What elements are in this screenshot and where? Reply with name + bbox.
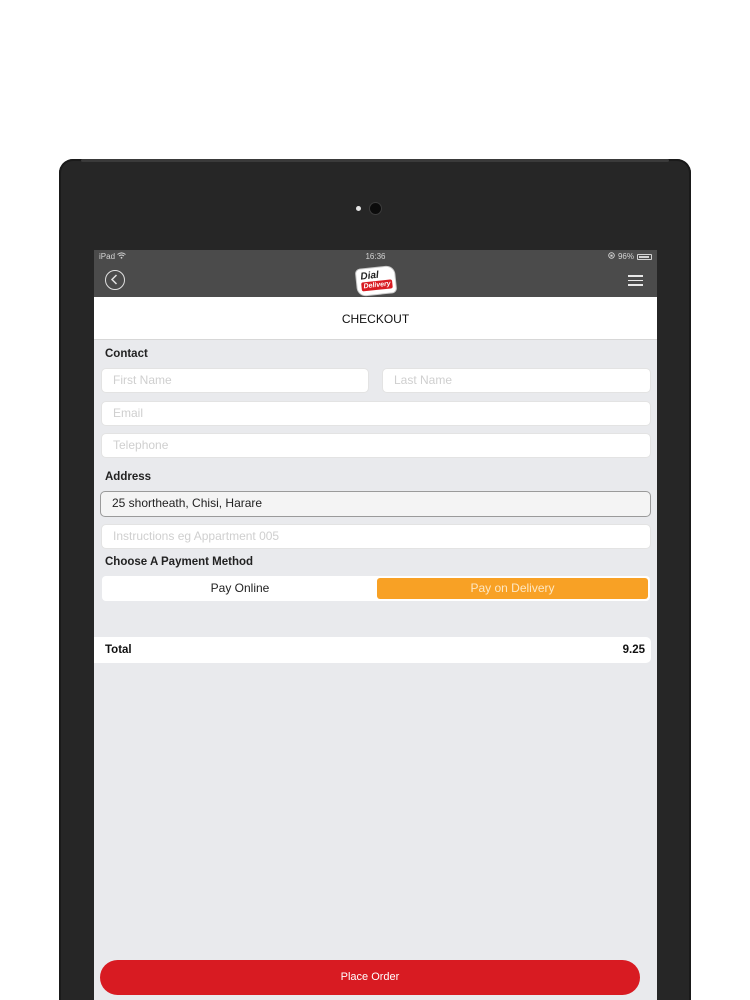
payment-method-selector: Pay Online Pay on Delivery (102, 576, 650, 601)
title-bar: CHECKOUT (94, 297, 657, 340)
app-screen: iPad 16:36 96% Dial Delivery CHECKOUT Co… (94, 250, 657, 1000)
page-title: CHECKOUT (341, 312, 410, 326)
status-bar: iPad 16:36 96% (94, 250, 657, 264)
total-row: Total 9.25 (94, 637, 651, 663)
logo-text-bottom: Delivery (361, 279, 394, 292)
contact-section-label: Contact (105, 348, 148, 360)
payment-method-label: Choose A Payment Method (105, 556, 254, 568)
last-name-field[interactable]: Last Name (382, 368, 651, 393)
front-camera (370, 203, 381, 214)
address-field[interactable]: 25 shortheath, Chisi, Harare (100, 491, 651, 517)
telephone-field[interactable]: Telephone (101, 433, 651, 458)
pay-on-delivery-option[interactable]: Pay on Delivery (377, 578, 648, 599)
battery-percent: 96% (617, 252, 634, 261)
hamburger-menu-icon[interactable] (628, 275, 643, 286)
status-right: 96% (608, 252, 652, 261)
address-section-label: Address (105, 471, 152, 483)
battery-icon (637, 253, 652, 260)
pay-online-option[interactable]: Pay Online (104, 578, 376, 599)
orientation-lock-icon (608, 252, 615, 261)
total-value: 9.25 (622, 644, 645, 656)
device-edge (81, 159, 669, 162)
dial-delivery-logo: Dial Delivery (355, 266, 397, 296)
sensor-dot (356, 206, 361, 211)
email-field[interactable]: Email (101, 401, 651, 426)
status-time: 16:36 (365, 252, 386, 261)
chevron-left-icon (110, 274, 118, 285)
instructions-field[interactable]: Instructions eg Appartment 005 (101, 524, 651, 549)
back-button[interactable] (105, 270, 125, 290)
place-order-button[interactable]: Place Order (100, 960, 640, 995)
nav-bar: Dial Delivery (94, 264, 657, 297)
total-label: Total (105, 644, 132, 656)
first-name-field[interactable]: First Name (101, 368, 369, 393)
